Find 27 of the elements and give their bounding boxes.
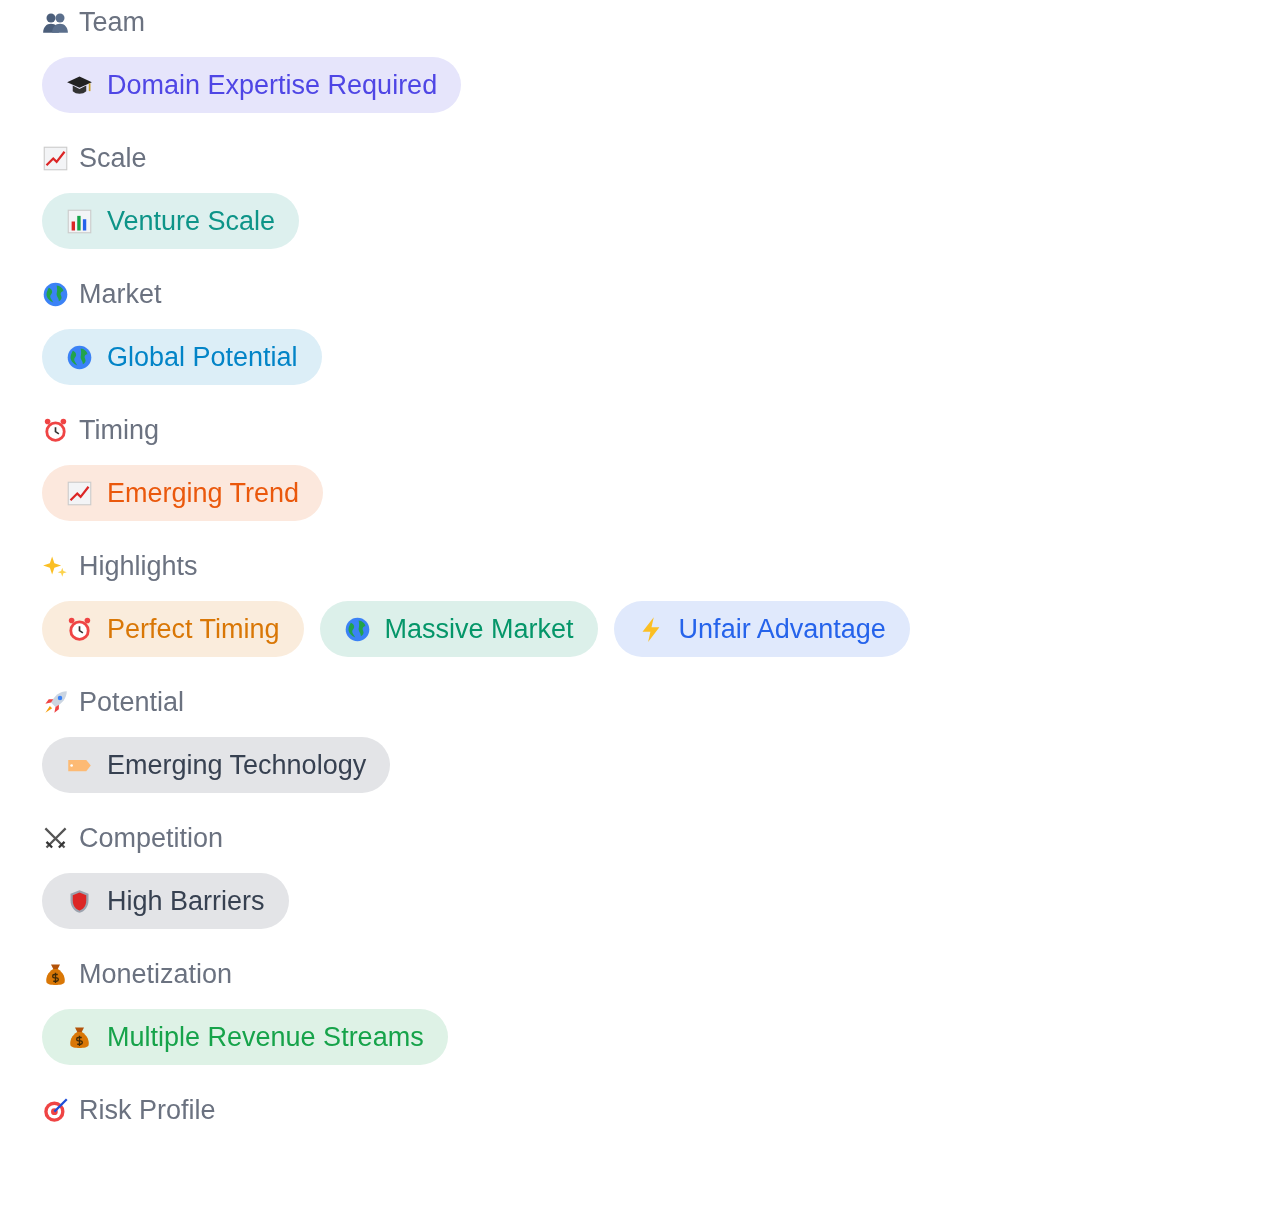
section-heading: Competition (79, 822, 224, 855)
tag-pill: High Barriers (42, 873, 289, 929)
target-icon (42, 1096, 69, 1124)
globe-icon (66, 343, 93, 371)
tag-pill: Emerging Trend (42, 465, 324, 521)
section-heading: Scale (79, 142, 147, 175)
tag-pill: Massive Market (319, 601, 598, 657)
globe-icon (343, 615, 371, 643)
rocket-icon (42, 688, 69, 716)
tag-pill: Global Potential (42, 329, 322, 385)
globe-icon (42, 280, 69, 308)
section-heading: Risk Profile (79, 1094, 216, 1127)
tag-pill: Multiple Revenue Streams (42, 1009, 448, 1065)
section-heading: Market (79, 278, 162, 311)
tag-pill: Perfect Timing (42, 601, 304, 657)
bar-chart-icon (66, 207, 93, 235)
section-heading: Potential (79, 686, 185, 719)
tag-pill: Venture Scale (42, 193, 300, 249)
section-heading: Highlights (79, 550, 198, 583)
alarm-clock-icon (66, 615, 93, 643)
tag-pill: Domain Expertise Required (42, 57, 462, 113)
section-heading: Monetization (79, 958, 233, 991)
alarm-clock-icon (42, 416, 69, 444)
section-heading: Team (79, 6, 146, 39)
section-heading: Timing (79, 414, 159, 447)
tag-pill: Unfair Advantage (613, 601, 910, 657)
tag-pill: Emerging Technology (42, 737, 391, 793)
